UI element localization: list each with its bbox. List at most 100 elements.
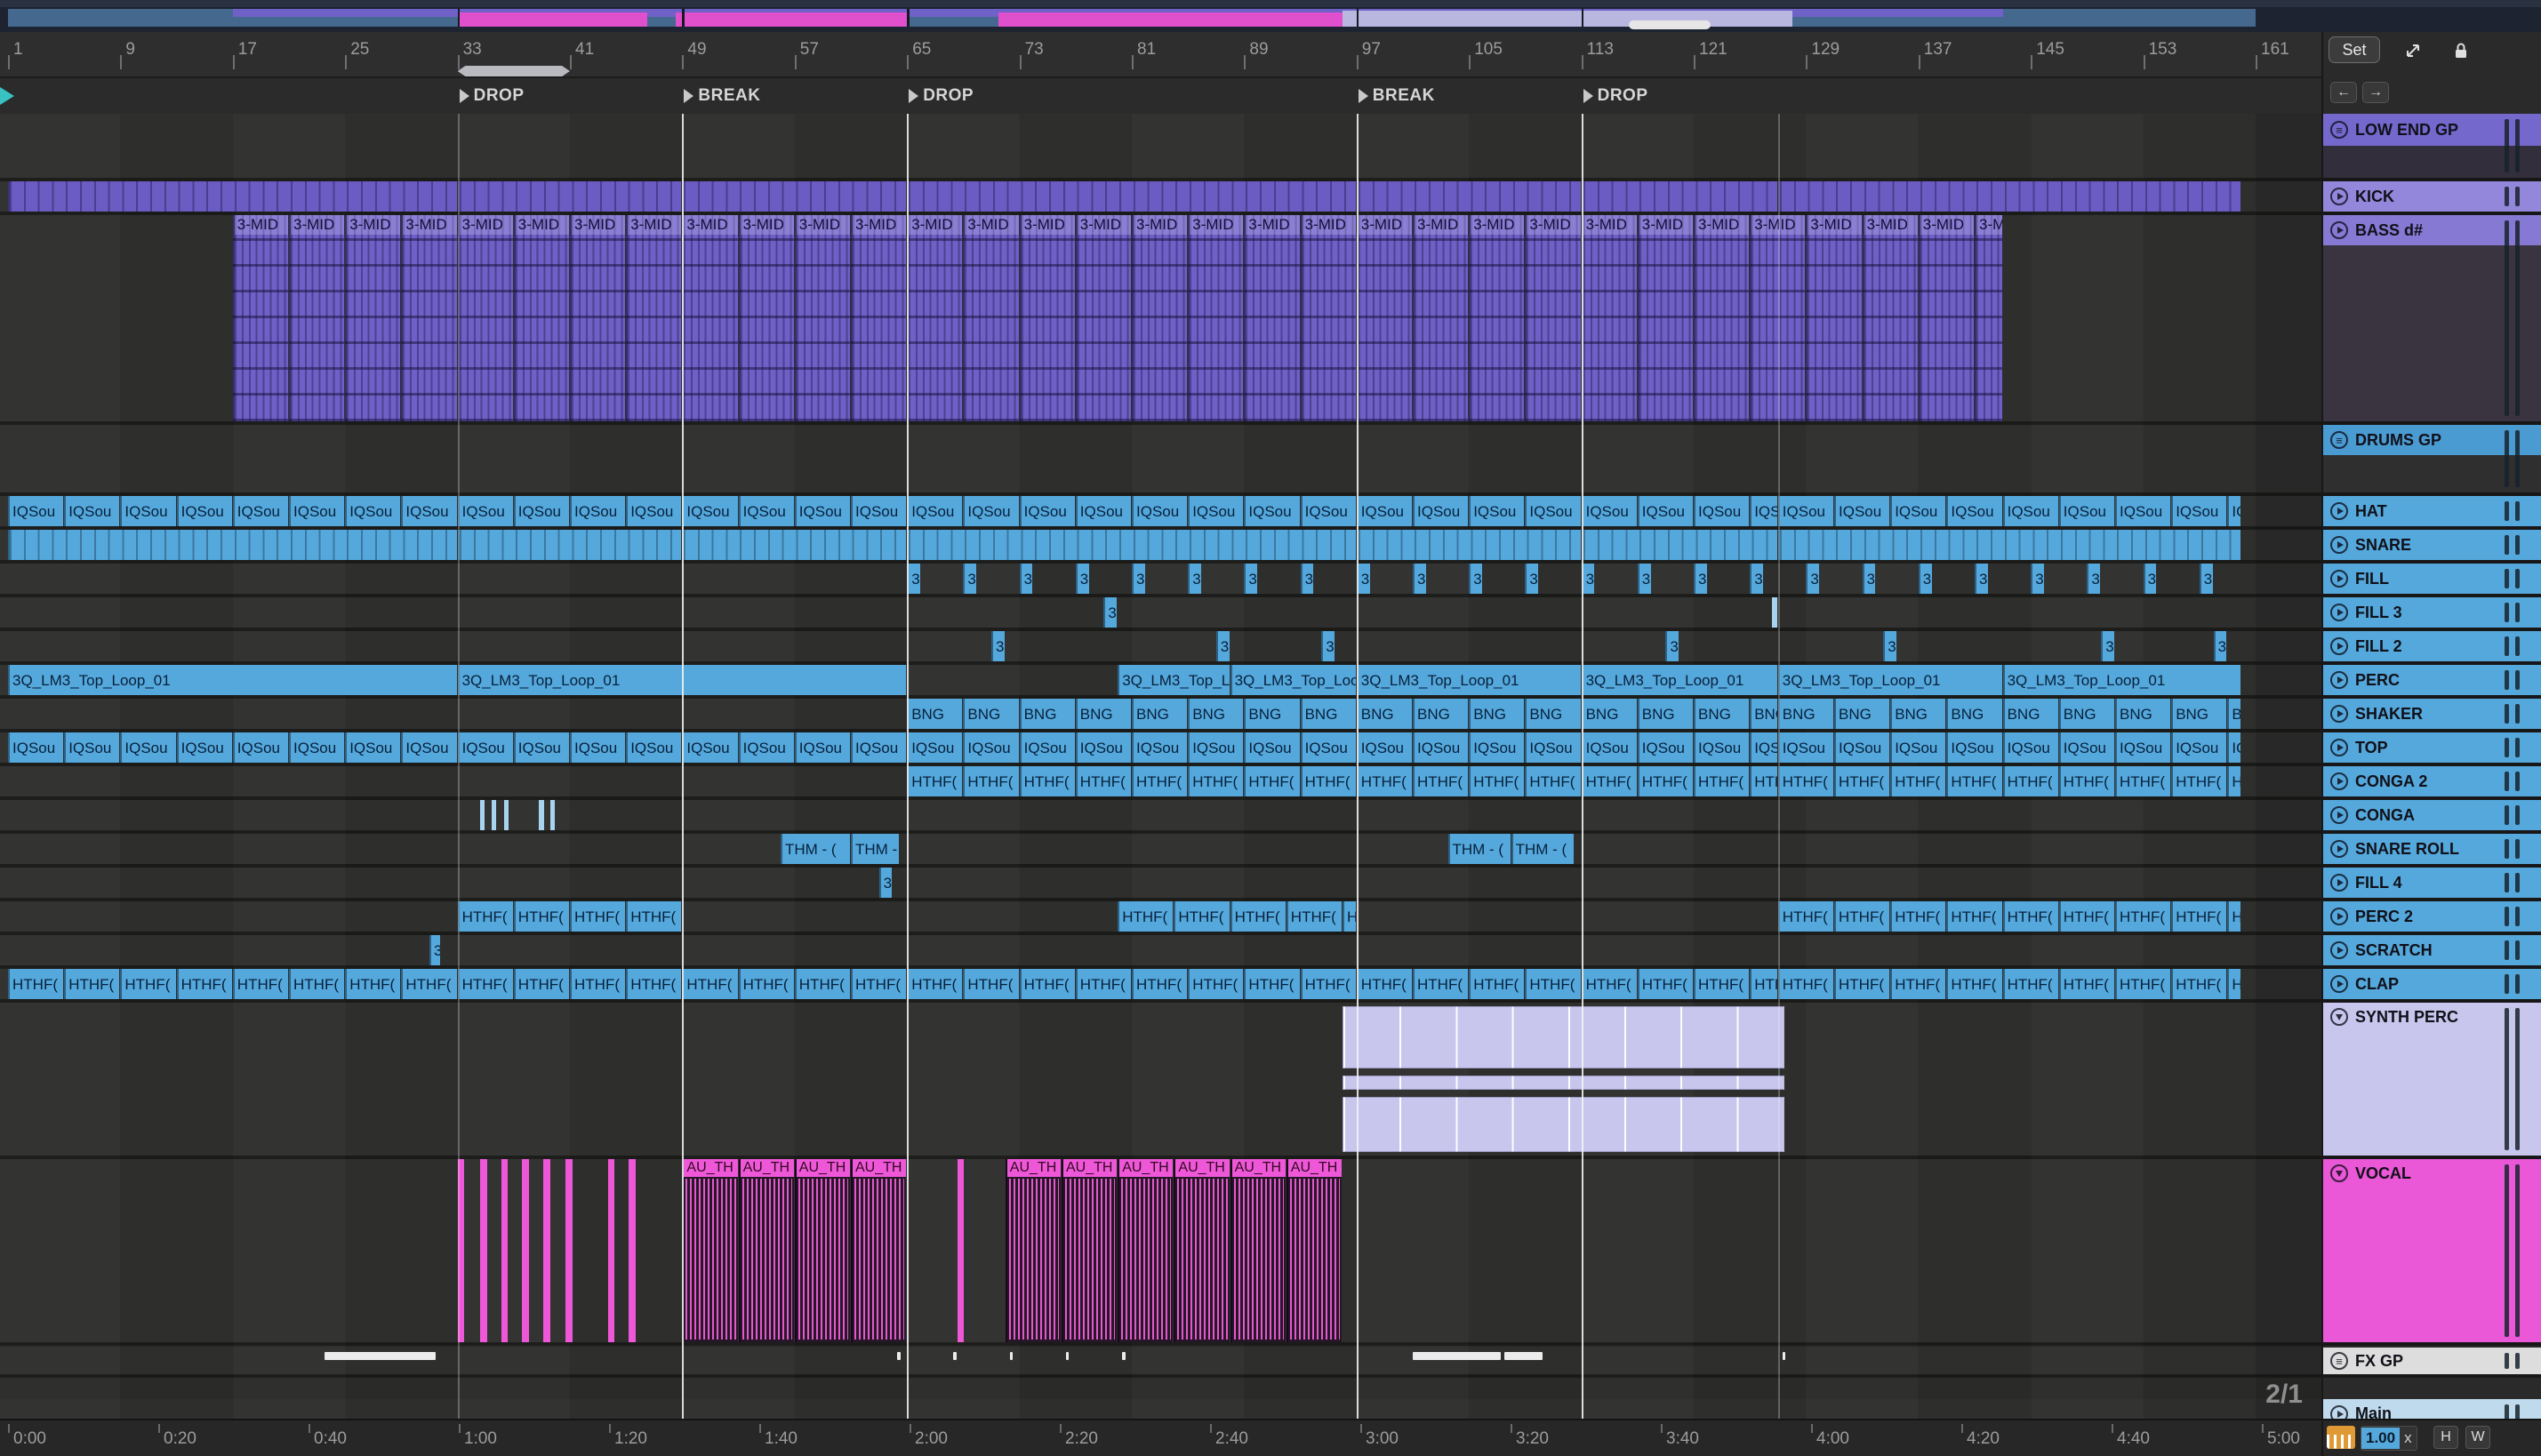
- arrangement-area[interactable]: 3-MID 3-MID 3-MID 3-MID 3-MID 3-MID 3-MID 3-MID…: [0, 114, 2321, 1419]
- clip[interactable]: IQSou: [570, 732, 626, 763]
- clip[interactable]: HTHF(: [907, 766, 963, 796]
- clip[interactable]: 3: [1665, 631, 1679, 661]
- clip[interactable]: 3-MID: [1244, 215, 1300, 421]
- clip[interactable]: [958, 1159, 964, 1342]
- clip[interactable]: IQSou: [2058, 496, 2114, 526]
- play-icon[interactable]: [2330, 221, 2348, 239]
- clip[interactable]: 3: [1525, 564, 1539, 594]
- clip[interactable]: HTHF(: [626, 901, 682, 932]
- clip[interactable]: BNG: [1132, 699, 1188, 729]
- clip[interactable]: AU_TH: [851, 1159, 907, 1342]
- clip[interactable]: BNG: [2171, 699, 2227, 729]
- clip[interactable]: 3Q_LM3_Top_Loop_01: [1581, 665, 1777, 695]
- clip[interactable]: IQSou: [1890, 496, 1946, 526]
- clip[interactable]: BNG: [1750, 699, 1777, 729]
- clip[interactable]: IQSou: [2115, 496, 2171, 526]
- clip[interactable]: 3-MID: [1694, 215, 1750, 421]
- clip[interactable]: IQSou: [1019, 496, 1075, 526]
- clip[interactable]: IQSou: [1637, 732, 1693, 763]
- clip[interactable]: HTHF(: [1244, 969, 1300, 999]
- clip[interactable]: AU_TH: [738, 1159, 794, 1342]
- clip[interactable]: BNG: [2227, 699, 2241, 729]
- clip[interactable]: [1777, 181, 2241, 212]
- play-icon[interactable]: [2330, 941, 2348, 959]
- clip[interactable]: 3-MID: [682, 215, 738, 421]
- clip[interactable]: HTHF(: [1834, 766, 1890, 796]
- clip[interactable]: [953, 1352, 958, 1360]
- clip[interactable]: IQSou: [289, 496, 345, 526]
- clip[interactable]: HTHF(: [2115, 901, 2171, 932]
- clip[interactable]: IQSou: [64, 496, 120, 526]
- clip[interactable]: [501, 1159, 509, 1342]
- clip[interactable]: 3-MID: [1300, 215, 1356, 421]
- clip[interactable]: HTHF(: [1413, 969, 1469, 999]
- clip[interactable]: 3-MID: [1525, 215, 1581, 421]
- clip[interactable]: 3-MID: [626, 215, 682, 421]
- clip[interactable]: IQSou: [289, 732, 345, 763]
- clip[interactable]: HTHF(: [1244, 766, 1300, 796]
- clip[interactable]: IQSou: [1300, 732, 1356, 763]
- play-icon[interactable]: [2330, 570, 2348, 588]
- clip[interactable]: [897, 1352, 901, 1360]
- clip[interactable]: [565, 1159, 573, 1342]
- track-header-drums-gp[interactable]: DRUMS GP: [2323, 425, 2541, 492]
- time-ruler[interactable]: 1.00 x H W 0:00 0:20 0:40 1:00 1:20 1:40 2:00 2…: [0, 1419, 2541, 1456]
- clip[interactable]: HTHF(: [1777, 969, 1833, 999]
- clip[interactable]: [8, 530, 457, 560]
- clip[interactable]: 3Q_LM3_Top_Loop_01: [1118, 665, 1230, 695]
- clip[interactable]: 3-MID: [401, 215, 457, 421]
- track-header-bass-d-[interactable]: BASS d#: [2323, 215, 2541, 421]
- track-header-fill[interactable]: FILL: [2323, 564, 2541, 594]
- track-header-snare-roll[interactable]: SNARE ROLL: [2323, 834, 2541, 864]
- track-header-fill-4[interactable]: FILL 4: [2323, 868, 2541, 898]
- clip[interactable]: HTHF(: [401, 969, 457, 999]
- clip[interactable]: HTHF(: [513, 969, 569, 999]
- play-icon[interactable]: [2330, 806, 2348, 824]
- clip[interactable]: IQSou: [851, 732, 907, 763]
- clip[interactable]: HTHF(: [570, 969, 626, 999]
- clip[interactable]: IQSou: [1637, 496, 1693, 526]
- clip[interactable]: HTHF(: [2058, 901, 2114, 932]
- clip[interactable]: HTHF(: [1694, 969, 1750, 999]
- clip[interactable]: IQSou: [2171, 732, 2227, 763]
- clip[interactable]: 3: [1581, 564, 1595, 594]
- clip[interactable]: 3: [1075, 564, 1089, 594]
- clip[interactable]: HTHF(: [345, 969, 401, 999]
- clip[interactable]: IQSou: [1356, 496, 1412, 526]
- locator-drop[interactable]: DROP: [909, 84, 974, 108]
- clip[interactable]: BNG: [1525, 699, 1581, 729]
- clip[interactable]: HTHF(: [1188, 766, 1244, 796]
- clip[interactable]: 3-MID: [1132, 215, 1188, 421]
- clip[interactable]: HTHF(: [682, 969, 738, 999]
- clip[interactable]: HTHF(: [1777, 901, 1833, 932]
- locator-drop[interactable]: DROP: [459, 84, 525, 108]
- clip[interactable]: [491, 800, 496, 830]
- clip[interactable]: IQSou: [963, 496, 1019, 526]
- clip[interactable]: [479, 800, 485, 830]
- clip[interactable]: IQSou: [1188, 732, 1244, 763]
- set-locator-button[interactable]: Set: [2329, 36, 2380, 63]
- clip[interactable]: [8, 181, 457, 212]
- clip[interactable]: AU_TH: [1230, 1159, 1286, 1342]
- clip[interactable]: 3: [2101, 631, 2114, 661]
- track-header-clap[interactable]: CLAP: [2323, 969, 2541, 999]
- clip[interactable]: IQSou: [1132, 732, 1188, 763]
- clip[interactable]: 3-MID: [289, 215, 345, 421]
- play-icon[interactable]: [2330, 604, 2348, 621]
- play-icon[interactable]: [2330, 502, 2348, 520]
- clip[interactable]: 3-MID: [1806, 215, 1862, 421]
- clip[interactable]: IQSou: [401, 732, 457, 763]
- clip[interactable]: [1343, 1006, 1784, 1068]
- clip[interactable]: HTHF(: [289, 969, 345, 999]
- clip[interactable]: IQSou: [1525, 496, 1581, 526]
- clip[interactable]: HTHF(: [8, 969, 64, 999]
- clip[interactable]: 3: [991, 631, 1005, 661]
- clip[interactable]: BNG: [1188, 699, 1244, 729]
- track-header-low-end-gp[interactable]: LOW END GP: [2323, 114, 2541, 178]
- play-icon[interactable]: [2330, 772, 2348, 790]
- clip[interactable]: BNG: [1890, 699, 1946, 729]
- clip[interactable]: IQSou: [401, 496, 457, 526]
- clip[interactable]: HTHF(: [457, 901, 513, 932]
- clip[interactable]: BNG: [1834, 699, 1890, 729]
- clip[interactable]: 3: [907, 564, 920, 594]
